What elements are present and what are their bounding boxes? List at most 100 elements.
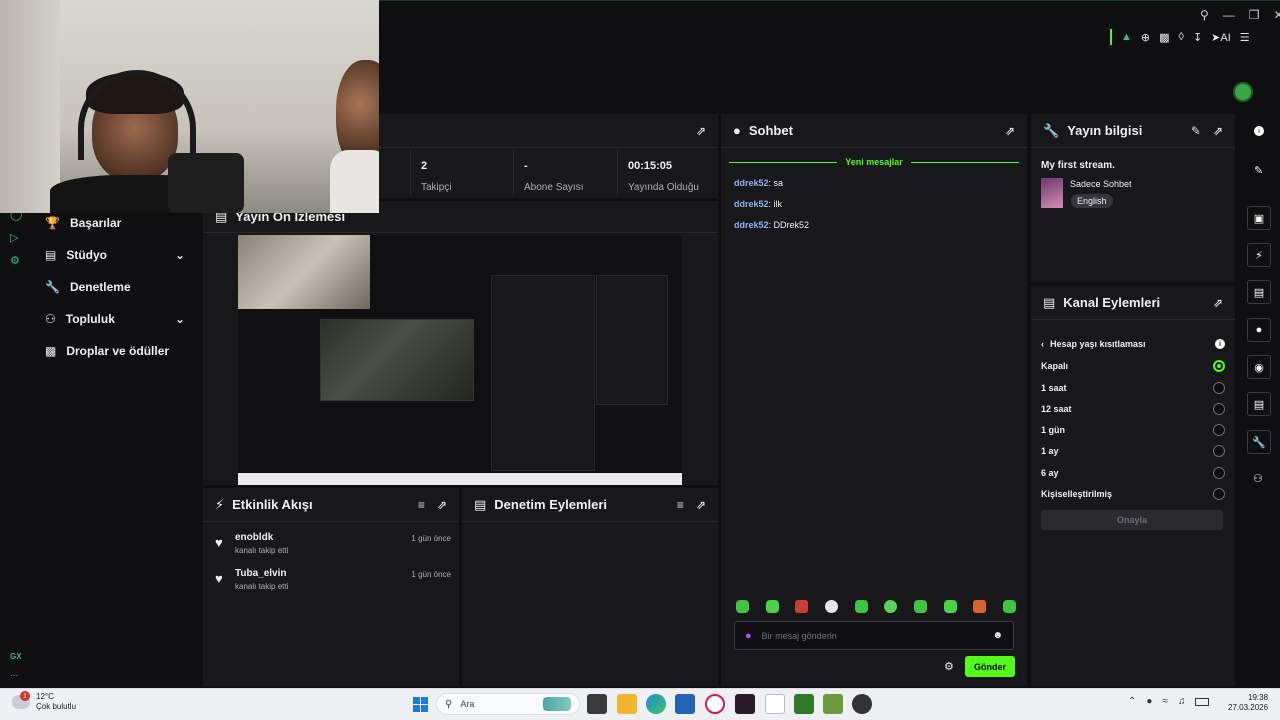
back-arrow-icon[interactable]: ‹ bbox=[1041, 339, 1044, 349]
sidebar-item-achievements[interactable]: 🏆 Başarılar bbox=[45, 216, 121, 230]
chevron-down-icon[interactable]: ⌄ bbox=[175, 248, 185, 262]
sidebar-item-moderation[interactable]: 🔧 Denetleme bbox=[45, 280, 131, 294]
minimize-icon[interactable]: — bbox=[1223, 8, 1235, 22]
info-icon[interactable]: i bbox=[1215, 339, 1225, 349]
option-row[interactable]: 1 ay bbox=[1041, 445, 1225, 457]
rail-settings-icon[interactable]: ⚙ bbox=[10, 254, 22, 267]
minecraft-launcher-icon[interactable] bbox=[823, 694, 843, 714]
account-age-header[interactable]: ‹ Hesap yaşı kısıtlaması i bbox=[1041, 339, 1225, 349]
volume-icon[interactable]: ♫ bbox=[1178, 696, 1186, 707]
microphone-icon[interactable]: ● bbox=[745, 630, 752, 642]
option-row[interactable]: 12 saat bbox=[1041, 403, 1225, 415]
chevron-down-icon[interactable]: ⌄ bbox=[175, 312, 185, 326]
chat-username[interactable]: ddrek52 bbox=[734, 220, 769, 230]
screenshot-icon[interactable]: ▣ bbox=[1247, 206, 1271, 230]
task-view-icon[interactable] bbox=[587, 694, 607, 714]
filter-icon[interactable]: ≡ bbox=[677, 498, 684, 512]
minecraft-icon[interactable] bbox=[794, 694, 814, 714]
file-explorer-icon[interactable] bbox=[617, 694, 637, 714]
popout-icon[interactable]: ⇗ bbox=[1213, 124, 1223, 138]
clock[interactable]: 19:38 27.03.2026 bbox=[1228, 693, 1268, 713]
popout-icon[interactable]: ⇗ bbox=[437, 498, 447, 512]
emote-icon[interactable] bbox=[884, 600, 898, 613]
users-icon[interactable]: ⚇ bbox=[1253, 472, 1263, 485]
microphone-icon[interactable]: ● bbox=[1146, 696, 1152, 707]
radio-button[interactable] bbox=[1213, 445, 1225, 457]
start-icon[interactable] bbox=[410, 694, 430, 714]
pencil-icon[interactable]: ✎ bbox=[1254, 164, 1263, 177]
emote-icon[interactable] bbox=[1002, 600, 1016, 613]
emote-icon[interactable] bbox=[795, 600, 809, 613]
restore-icon[interactable]: ❐ bbox=[1249, 8, 1260, 22]
radio-button[interactable] bbox=[1213, 467, 1225, 479]
radio-button[interactable] bbox=[1213, 382, 1225, 394]
option-row[interactable]: Kapalı bbox=[1041, 360, 1225, 372]
emoji-icon[interactable]: ☻ bbox=[992, 630, 1003, 641]
taskbar-search[interactable]: ⚲ Ara bbox=[436, 693, 580, 715]
chat-settings-icon[interactable]: ⚙ bbox=[944, 660, 954, 673]
chat-input[interactable] bbox=[761, 630, 993, 641]
popout-icon[interactable]: ⇗ bbox=[1005, 124, 1015, 138]
clipboard-icon[interactable]: ▩ bbox=[1159, 31, 1169, 44]
app-icon[interactable] bbox=[735, 694, 755, 714]
sidebar-item-studio[interactable]: ▤ Stüdyo ⌄ bbox=[45, 248, 185, 262]
obs-icon[interactable] bbox=[852, 694, 872, 714]
search-icon[interactable]: ⚲ bbox=[1200, 8, 1209, 22]
wifi-icon[interactable]: ≈ bbox=[1162, 696, 1168, 707]
gx-badge[interactable]: GX bbox=[10, 652, 22, 661]
emote-icon[interactable] bbox=[943, 600, 957, 613]
send-button[interactable]: Gönder bbox=[965, 656, 1015, 677]
stream-preview-video[interactable] bbox=[238, 235, 682, 485]
emote-icon[interactable] bbox=[824, 600, 838, 613]
rail-tag-icon[interactable]: ▷ bbox=[10, 231, 22, 244]
chat-input-box[interactable]: ● ☻ bbox=[734, 621, 1014, 650]
emote-icon[interactable] bbox=[765, 600, 779, 613]
option-row[interactable]: Kişiselleştirilmiş bbox=[1041, 488, 1225, 500]
radio-button[interactable] bbox=[1213, 403, 1225, 415]
download-icon[interactable]: ↧ bbox=[1193, 31, 1202, 44]
ai-send-icon[interactable]: ➤AI bbox=[1211, 31, 1231, 44]
broadcast-icon[interactable]: ◉ bbox=[1247, 355, 1271, 379]
option-row[interactable]: 6 ay bbox=[1041, 467, 1225, 479]
popout-icon[interactable]: ⇗ bbox=[696, 498, 706, 512]
extension-icon[interactable]: ▲ bbox=[1121, 31, 1132, 43]
popout-icon[interactable]: ⇗ bbox=[696, 124, 706, 138]
puzzle-icon[interactable]: ◊ bbox=[1179, 31, 1184, 43]
sidebar-item-community[interactable]: ⚇ Topluluk ⌄ bbox=[45, 312, 185, 326]
option-row[interactable]: 1 gün bbox=[1041, 424, 1225, 436]
document-icon[interactable] bbox=[765, 694, 785, 714]
radio-button[interactable] bbox=[1213, 488, 1225, 500]
chat-username[interactable]: ddrek52 bbox=[734, 199, 769, 209]
emote-icon[interactable] bbox=[736, 600, 749, 613]
lightning-icon[interactable]: ⚡ bbox=[1247, 243, 1271, 267]
battery-icon[interactable] bbox=[1195, 697, 1210, 706]
edge-icon[interactable] bbox=[646, 694, 666, 714]
opera-gx-icon[interactable] bbox=[705, 694, 725, 714]
info-icon[interactable]: i bbox=[1254, 126, 1264, 136]
emote-icon[interactable] bbox=[854, 600, 868, 613]
chat-username[interactable]: ddrek52 bbox=[734, 178, 769, 188]
radio-selected[interactable] bbox=[1213, 360, 1225, 372]
popout-icon[interactable]: ⇗ bbox=[1213, 296, 1223, 310]
store-icon[interactable] bbox=[675, 694, 695, 714]
filter-icon[interactable]: ≡ bbox=[418, 498, 425, 512]
notes-icon[interactable]: ▤ bbox=[1247, 280, 1271, 304]
edit-icon[interactable]: ✎ bbox=[1191, 124, 1201, 138]
radio-button[interactable] bbox=[1213, 424, 1225, 436]
menu-icon[interactable]: ☰ bbox=[1240, 31, 1250, 44]
avatar[interactable] bbox=[1233, 82, 1253, 102]
chevron-up-icon[interactable]: ⌃ bbox=[1128, 696, 1136, 707]
stream-category[interactable]: Sadece Sohbet bbox=[1070, 179, 1132, 189]
sidebar-item-drops[interactable]: ▩ Droplar ve ödüller bbox=[45, 344, 169, 358]
wrench-icon[interactable]: 🔧 bbox=[1247, 430, 1271, 454]
close-icon[interactable]: ✕ bbox=[1274, 8, 1280, 22]
emote-icon[interactable] bbox=[973, 600, 987, 613]
chat-icon[interactable]: ● bbox=[1247, 318, 1271, 342]
emote-icon[interactable] bbox=[913, 600, 927, 613]
confirm-button[interactable]: Onayla bbox=[1041, 510, 1223, 530]
layout-icon[interactable]: ▤ bbox=[1247, 392, 1271, 416]
more-icon[interactable]: ... bbox=[10, 668, 18, 679]
add-icon[interactable]: ⊕ bbox=[1141, 31, 1150, 44]
weather-widget[interactable]: 1 12°C Çok bulutlu bbox=[12, 691, 76, 712]
option-row[interactable]: 1 saat bbox=[1041, 382, 1225, 394]
